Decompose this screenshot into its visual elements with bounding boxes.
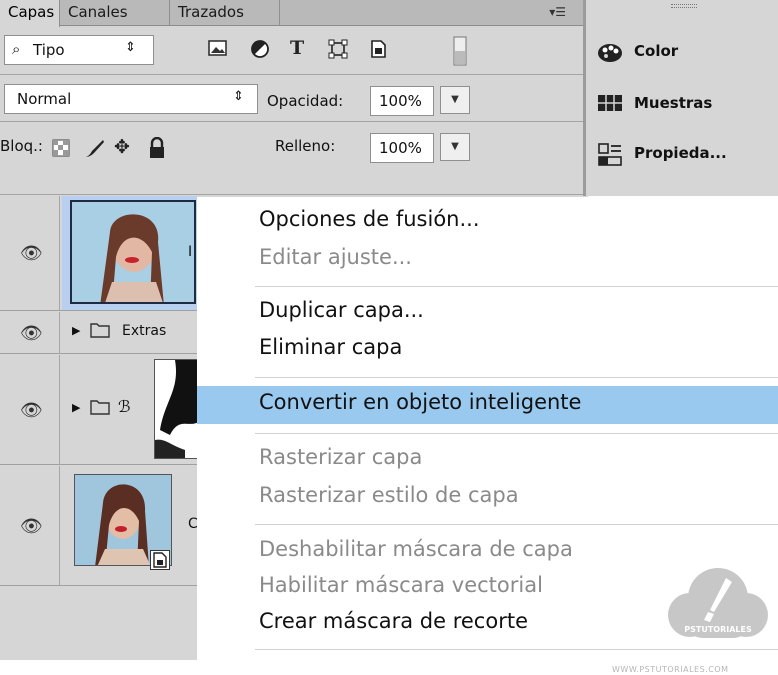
folder-icon <box>90 321 110 343</box>
watermark-url: WWW.PSTUTORIALES.COM <box>612 665 729 674</box>
eye-icon: 👁 <box>20 322 43 344</box>
mask-thumbnail <box>154 359 200 459</box>
menu-item-delete-layer[interactable]: Eliminar capa <box>197 331 778 367</box>
tab-capas[interactable]: Capas <box>0 0 60 27</box>
fill-label: Relleno: <box>275 137 336 155</box>
type-filter-icon[interactable]: T <box>290 37 304 59</box>
menu-item-convert-to-smart-object[interactable]: Convertir en objeto inteligente <box>197 386 778 424</box>
blend-row: Normal ⇕ Opacidad: 100% ▼ <box>0 76 588 122</box>
layer-name: I <box>188 244 193 260</box>
menu-item-rasterize-layer-style: Rasterizar estilo de capa <box>197 479 778 515</box>
properties-icon <box>596 142 624 166</box>
opacity-label: Opacidad: <box>267 92 344 110</box>
menu-separator <box>255 433 778 434</box>
menu-item-label: Opciones de fusión... <box>259 207 480 231</box>
layer-visibility-toggle[interactable]: 👁 <box>0 466 60 585</box>
menu-item-label: Rasterizar estilo de capa <box>259 483 519 507</box>
menu-separator <box>255 377 778 378</box>
smart-object-badge-icon <box>150 550 170 570</box>
fill-field[interactable]: 100% <box>370 133 434 163</box>
menu-item-edit-adjustment: Editar ajuste... <box>197 241 778 277</box>
filter-row: ⌕ Tipo ⇕ T <box>0 27 588 75</box>
menu-item-label: Rasterizar capa <box>259 445 423 469</box>
eye-icon: 👁 <box>20 399 43 421</box>
panel-tabs: Capas Canales Trazados ▾☰ <box>0 0 588 27</box>
folder-icon <box>90 398 110 420</box>
menu-item-rasterize-layer: Rasterizar capa <box>197 441 778 477</box>
dock-item-muestras[interactable]: Muestras <box>592 90 777 120</box>
menu-item-label: Crear máscara de recorte <box>259 609 528 633</box>
lock-transparent-icon[interactable] <box>52 139 70 162</box>
layer-visibility-toggle[interactable]: 👁 <box>0 355 60 464</box>
lock-all-icon[interactable] <box>148 136 166 164</box>
dock-item-label: Propieda... <box>634 144 727 162</box>
pstutoriales-logo: PSTUTORIALES <box>660 560 776 656</box>
expand-arrow-icon[interactable]: ▶ <box>72 401 80 414</box>
panel-dock: Color Muestras Propieda... <box>583 0 778 196</box>
layer-visibility-toggle[interactable]: 👁 <box>0 196 60 310</box>
lock-position-icon[interactable]: ✥ <box>114 136 130 158</box>
menu-item-label: Editar ajuste... <box>259 245 412 269</box>
dock-grip[interactable] <box>671 4 697 8</box>
eye-icon: 👁 <box>20 515 43 537</box>
panel-menu-icon[interactable]: ▾☰ <box>549 5 566 19</box>
layer-visibility-toggle[interactable]: 👁 <box>0 312 60 353</box>
dock-item-color[interactable]: Color <box>592 38 777 68</box>
swatches-icon <box>596 92 624 116</box>
color-palette-icon <box>596 40 624 64</box>
menu-separator <box>255 286 778 287</box>
opacity-dropdown-button[interactable]: ▼ <box>440 86 470 114</box>
filter-toggle-icon[interactable] <box>453 36 467 71</box>
select-arrows-icon: ⇕ <box>233 89 244 104</box>
shape-filter-icon[interactable] <box>328 39 348 64</box>
expand-arrow-icon[interactable]: ▶ <box>72 324 80 337</box>
menu-item-label: Deshabilitar máscara de capa <box>259 537 573 561</box>
menu-item-label: Eliminar capa <box>259 335 403 359</box>
menu-item-label: Duplicar capa... <box>259 298 424 322</box>
blend-mode-value: Normal <box>17 90 72 108</box>
dock-item-label: Muestras <box>634 94 713 112</box>
menu-item-label: Habilitar máscara vectorial <box>259 573 543 597</box>
layer-name: Extras <box>122 323 167 339</box>
lock-row: Bloq.: ✥ Relleno: 100% ▼ <box>0 123 588 195</box>
eye-icon: 👁 <box>20 243 43 264</box>
menu-separator <box>255 524 778 525</box>
lock-pixels-icon[interactable] <box>84 137 106 164</box>
fill-dropdown-button[interactable]: ▼ <box>440 133 470 161</box>
dock-item-label: Color <box>634 42 679 60</box>
menu-item-blending-options[interactable]: Opciones de fusión... <box>197 203 778 239</box>
filter-kind-label: Tipo <box>33 41 65 59</box>
filter-kind-select[interactable]: ⌕ Tipo ⇕ <box>4 35 154 65</box>
tab-trazados[interactable]: Trazados <box>170 0 280 26</box>
tab-canales[interactable]: Canales <box>60 0 170 26</box>
dock-item-propiedades[interactable]: Propieda... <box>592 140 777 170</box>
select-arrows-icon: ⇕ <box>125 40 136 55</box>
svg-text:PSTUTORIALES: PSTUTORIALES <box>684 625 752 634</box>
layer-thumbnail <box>70 200 196 304</box>
lock-label: Bloq.: <box>0 137 43 155</box>
search-icon: ⌕ <box>12 40 21 58</box>
menu-item-label: Convertir en objeto inteligente <box>259 390 582 414</box>
smart-object-filter-icon[interactable] <box>368 39 388 64</box>
link-icon: ℬ <box>118 397 131 416</box>
adjustment-filter-icon[interactable] <box>250 39 270 64</box>
opacity-field[interactable]: 100% <box>370 86 434 116</box>
image-filter-icon[interactable] <box>208 39 228 62</box>
menu-item-duplicate-layer[interactable]: Duplicar capa... <box>197 294 778 330</box>
blend-mode-select[interactable]: Normal ⇕ <box>4 84 258 114</box>
